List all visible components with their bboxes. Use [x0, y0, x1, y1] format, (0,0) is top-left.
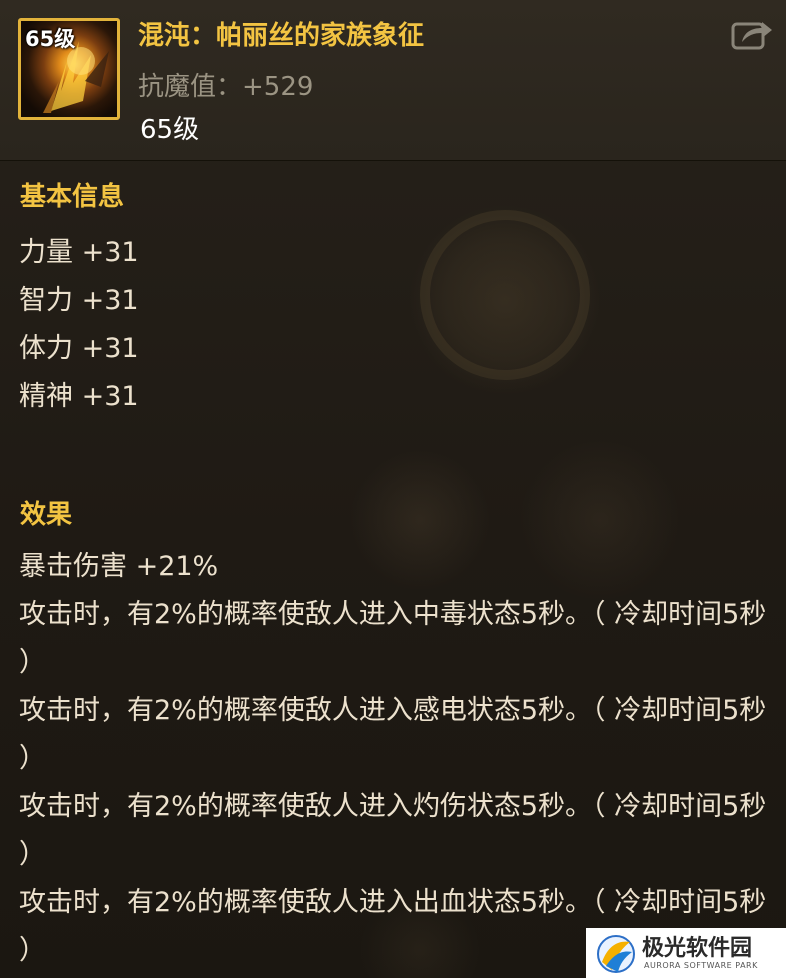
stat-vitality: 体力 +31 — [19, 333, 139, 364]
effect-poison: 攻击时，有2%的概率使敌人进入中毒状态5秒。（ 冷却时间5秒 ） — [19, 599, 767, 678]
section-title-effects: 效果 — [20, 500, 73, 530]
section-title-basic: 基本信息 — [20, 182, 125, 212]
stat-intelligence: 智力 +31 — [19, 285, 139, 316]
watermark-subtitle: AURORA SOFTWARE PARK — [644, 961, 758, 970]
share-icon — [731, 22, 772, 50]
item-title: 混沌：帕丽丝的家族象征 — [138, 21, 425, 51]
effect-shock: 攻击时，有2%的概率使敌人进入感电状态5秒。（ 冷却时间5秒 ） — [19, 695, 767, 774]
item-header: 65级 混沌：帕丽丝的家族象征 抗魔值：+529 65级 — [0, 0, 786, 161]
aurora-logo-icon — [597, 935, 635, 973]
stat-strength: 力量 +31 — [19, 237, 139, 268]
item-icon[interactable]: 65级 — [18, 18, 120, 120]
item-magic-resist: 抗魔值：+529 — [138, 72, 314, 102]
watermark: 极光软件园 AURORA SOFTWARE PARK — [586, 928, 786, 978]
watermark-name: 极光软件园 — [642, 936, 753, 961]
item-level: 65级 — [140, 115, 200, 145]
effect-crit-damage: 暴击伤害 +21% — [19, 551, 219, 582]
effect-burn: 攻击时，有2%的概率使敌人进入灼伤状态5秒。（ 冷却时间5秒 ） — [19, 791, 767, 870]
share-button[interactable] — [730, 16, 774, 52]
icon-level-badge: 65级 — [25, 27, 76, 51]
stat-spirit: 精神 +31 — [19, 381, 139, 412]
